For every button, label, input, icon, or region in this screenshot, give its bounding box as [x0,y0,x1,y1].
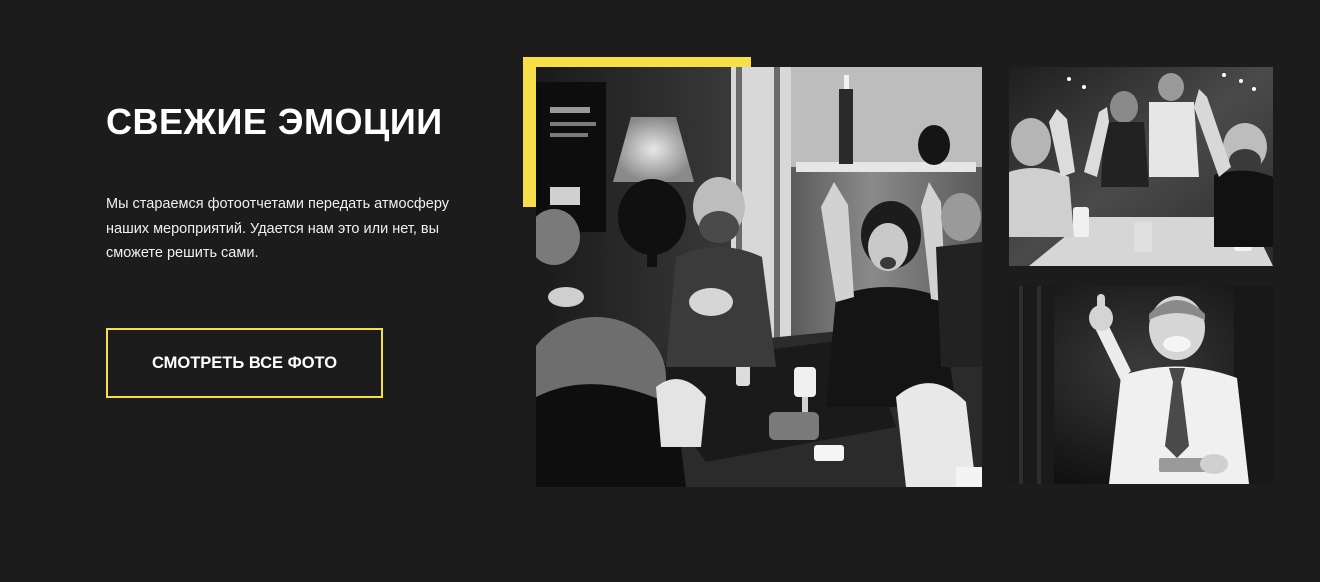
gallery-section: СВЕЖИЕ ЭМОЦИИ Мы стараемся фотоотчетами … [0,0,1320,582]
party-table-photo[interactable] [536,67,982,487]
cheering-men-photo[interactable] [1009,67,1273,266]
view-all-photos-button[interactable]: СМОТРЕТЬ ВСЕ ФОТО [106,328,383,398]
section-description: Мы стараемся фотоотчетами передать атмос… [106,196,449,261]
party-table-image [536,67,982,487]
man-thumbs-up-photo[interactable] [1009,286,1273,484]
section-title: СВЕЖИЕ ЭМОЦИИ [106,101,443,142]
cheering-men-image [1009,67,1273,266]
man-thumbs-up-image [1009,286,1273,484]
